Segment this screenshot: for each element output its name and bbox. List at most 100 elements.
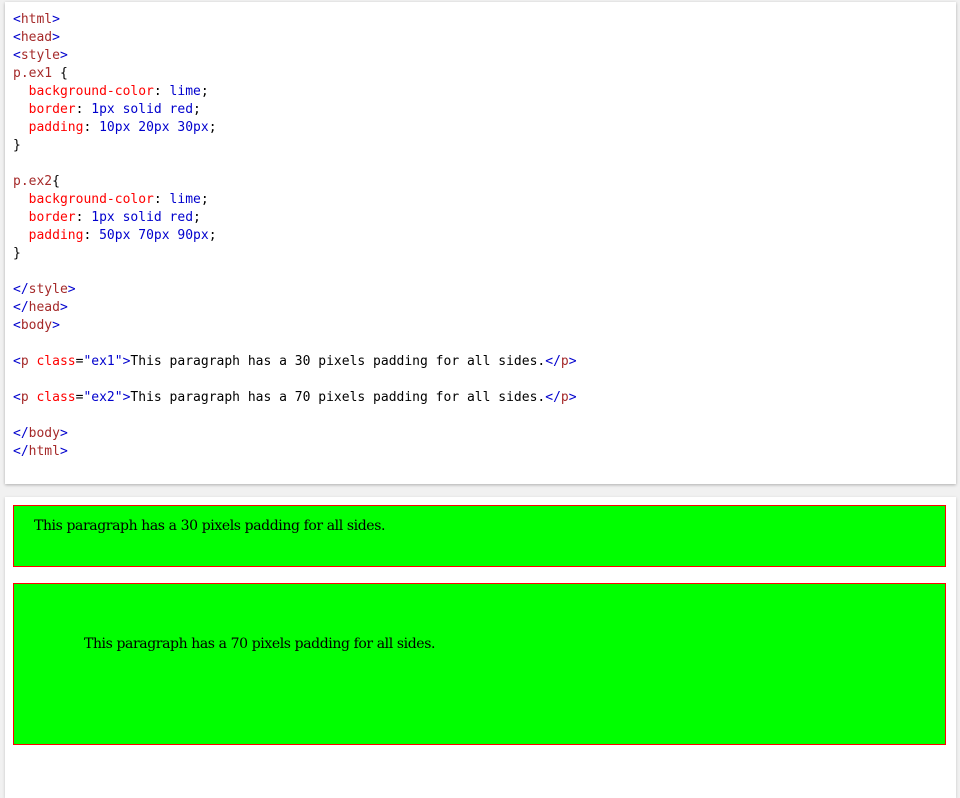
code-token: class bbox=[36, 390, 76, 405]
code-token: : bbox=[153, 84, 170, 99]
code-token: : bbox=[83, 120, 100, 135]
code-block[interactable]: <html> <head> <style> p.ex1 { background-co… bbox=[13, 11, 956, 461]
code-editor-panel[interactable]: <html> <head> <style> p.ex1 { background-co… bbox=[5, 2, 956, 484]
code-token: > bbox=[568, 390, 577, 405]
code-token: p bbox=[560, 390, 569, 405]
code-token: "ex1" bbox=[83, 354, 123, 369]
code-line: <body> bbox=[13, 317, 956, 335]
code-token: : bbox=[75, 102, 92, 117]
code-token: > bbox=[52, 12, 60, 27]
result-panel: This paragraph has a 30 pixels padding f… bbox=[5, 497, 956, 798]
code-token: p.ex2 bbox=[13, 174, 53, 189]
code-token: p bbox=[560, 354, 569, 369]
code-line: <style> bbox=[13, 47, 956, 65]
code-line: <p class="ex2">This paragraph has a 70 p… bbox=[13, 389, 956, 407]
code-line: } bbox=[13, 137, 956, 155]
code-line: <head> bbox=[13, 29, 956, 47]
code-token: < bbox=[13, 30, 21, 45]
result-paragraph-ex1: This paragraph has a 30 pixels padding f… bbox=[13, 505, 946, 567]
code-token: < bbox=[13, 12, 21, 27]
code-line: background-color: lime; bbox=[13, 83, 956, 101]
code-token: This paragraph has a 70 pixels padding f… bbox=[130, 390, 546, 405]
code-token: > bbox=[59, 300, 68, 315]
code-token: : bbox=[153, 192, 170, 207]
code-token: : bbox=[83, 228, 100, 243]
code-token: 10px 20px 30px bbox=[99, 120, 209, 135]
code-token: padding bbox=[28, 228, 84, 243]
code-token: body bbox=[28, 426, 60, 441]
code-token: { bbox=[52, 174, 60, 189]
code-token: 50px 70px 90px bbox=[99, 228, 209, 243]
code-line: <p class="ex1">This paragraph has a 30 p… bbox=[13, 353, 956, 371]
code-token: lime bbox=[169, 84, 201, 99]
code-token: > bbox=[59, 48, 68, 63]
code-token: </ bbox=[13, 426, 29, 441]
code-token: </ bbox=[13, 300, 29, 315]
code-token: } bbox=[13, 138, 21, 153]
code-token: > bbox=[59, 444, 68, 459]
result-paragraph-ex2-text: This paragraph has a 70 pixels padding f… bbox=[84, 636, 436, 652]
code-token: p.ex1 bbox=[13, 66, 53, 81]
code-token: border bbox=[28, 102, 76, 117]
result-paragraph-ex1-text: This paragraph has a 30 pixels padding f… bbox=[34, 518, 386, 534]
code-line: p.ex1 { bbox=[13, 65, 956, 83]
code-token: < bbox=[13, 48, 21, 63]
code-token: > bbox=[67, 282, 76, 297]
code-token: p bbox=[20, 354, 29, 369]
code-token: 1px solid red bbox=[91, 102, 194, 117]
code-line: </html> bbox=[13, 443, 956, 461]
code-token: < bbox=[13, 318, 21, 333]
code-token: body bbox=[20, 318, 53, 333]
code-token: ; bbox=[208, 120, 217, 135]
code-token: < bbox=[13, 390, 21, 405]
result-paragraph-ex2: This paragraph has a 70 pixels padding f… bbox=[13, 583, 946, 745]
code-token: > bbox=[52, 30, 60, 45]
code-token: background-color bbox=[28, 84, 154, 99]
code-token: ; bbox=[193, 210, 201, 225]
code-token: </ bbox=[545, 354, 561, 369]
code-line: <html> bbox=[13, 11, 956, 29]
code-token: html bbox=[20, 12, 53, 27]
code-token: style bbox=[20, 48, 60, 63]
code-line: </style> bbox=[13, 281, 956, 299]
code-token: > bbox=[59, 426, 68, 441]
code-token: > bbox=[52, 318, 60, 333]
code-token: : bbox=[75, 210, 92, 225]
code-line: border: 1px solid red; bbox=[13, 101, 956, 119]
code-line: </head> bbox=[13, 299, 956, 317]
code-token: This paragraph has a 30 pixels padding f… bbox=[130, 354, 546, 369]
code-line: p.ex2{ bbox=[13, 173, 956, 191]
code-token: < bbox=[13, 354, 21, 369]
code-token: { bbox=[52, 66, 68, 81]
code-line: background-color: lime; bbox=[13, 191, 956, 209]
code-token: background-color bbox=[28, 192, 154, 207]
code-token: ; bbox=[208, 228, 217, 243]
code-token: ; bbox=[200, 192, 209, 207]
code-line: } bbox=[13, 245, 956, 263]
code-token: head bbox=[20, 30, 53, 45]
code-line: border: 1px solid red; bbox=[13, 209, 956, 227]
code-token: > bbox=[568, 354, 577, 369]
code-token: class bbox=[36, 354, 76, 369]
code-token: </ bbox=[545, 390, 561, 405]
code-line: padding: 50px 70px 90px; bbox=[13, 227, 956, 245]
code-token: } bbox=[13, 246, 21, 261]
code-token: ; bbox=[200, 84, 209, 99]
code-token: border bbox=[28, 210, 76, 225]
code-line: padding: 10px 20px 30px; bbox=[13, 119, 956, 137]
code-token: head bbox=[28, 300, 60, 315]
code-token: p bbox=[20, 390, 29, 405]
code-token: 1px solid red bbox=[91, 210, 194, 225]
code-token: </ bbox=[13, 444, 29, 459]
code-token: lime bbox=[169, 192, 201, 207]
